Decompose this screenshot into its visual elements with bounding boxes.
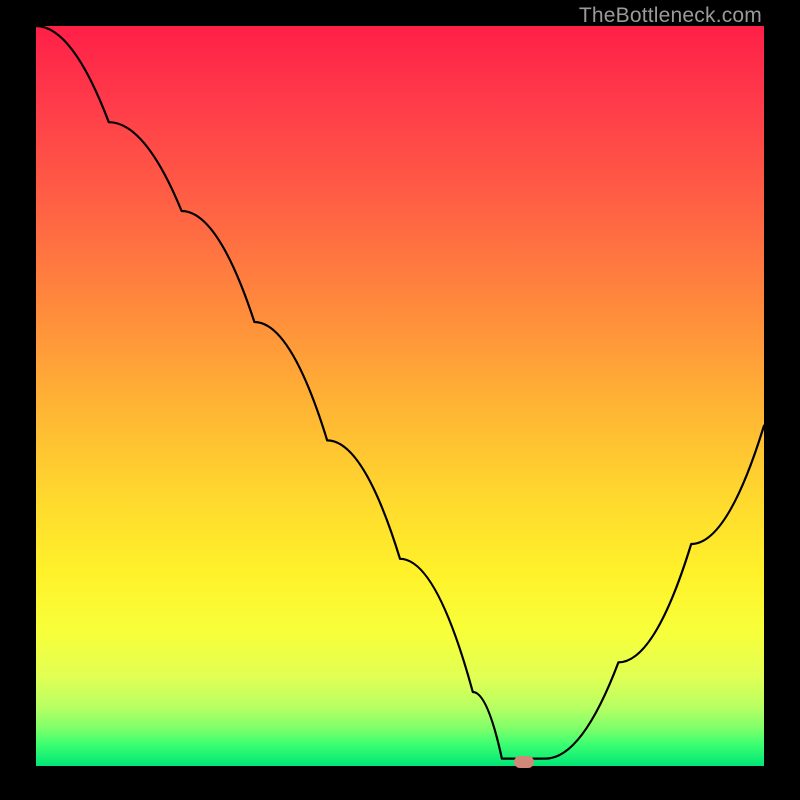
watermark-text: TheBottleneck.com xyxy=(579,4,762,28)
optimum-marker xyxy=(514,756,534,768)
bottleneck-curve xyxy=(36,26,764,766)
chart-frame: TheBottleneck.com xyxy=(0,0,800,800)
plot-area xyxy=(36,26,764,766)
